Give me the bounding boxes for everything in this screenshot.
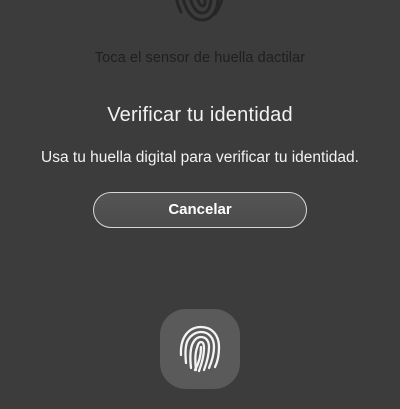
fingerprint-icon bbox=[179, 325, 221, 373]
dialog-message: Usa tu huella digital para verificar tu … bbox=[41, 149, 359, 166]
fingerprint-sensor[interactable] bbox=[160, 309, 240, 389]
background-hint-text: Toca el sensor de huella dactilar bbox=[94, 50, 306, 66]
fingerprint-auth-screen: Toca el sensor de huella dactilar Verifi… bbox=[0, 0, 400, 409]
dialog-title: Verificar tu identidad bbox=[107, 104, 293, 126]
cancel-button[interactable]: Cancelar bbox=[93, 192, 307, 228]
background-fingerprint-icon bbox=[175, 0, 224, 22]
